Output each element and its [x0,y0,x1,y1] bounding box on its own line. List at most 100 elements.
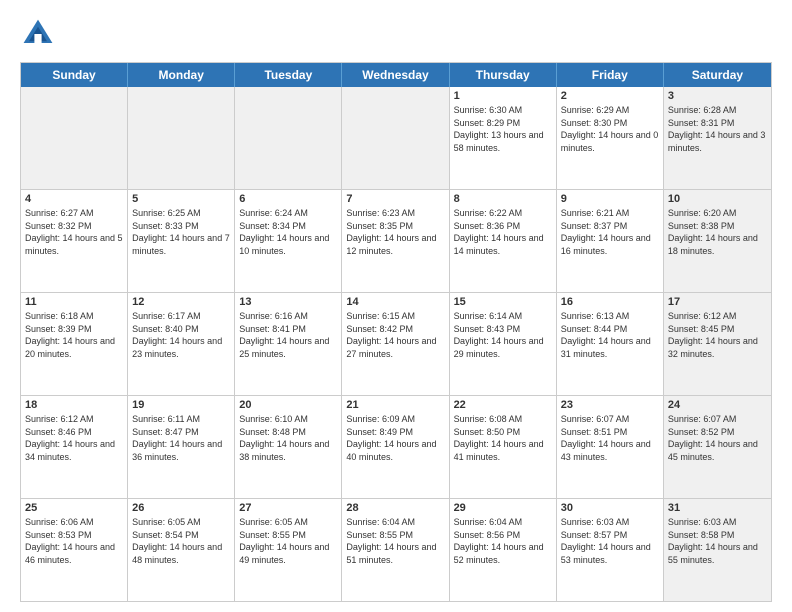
day-cell-25: 25Sunrise: 6:06 AM Sunset: 8:53 PM Dayli… [21,499,128,601]
week-row-4: 18 Sunrise: 6:12 AM Sunset: 8:46 PM Dayli… [21,395,771,498]
day-cell-29: 29 Sunrise: 6:04 AM Sunset: 8:56 PM Dayli… [450,499,557,601]
day-number: 9 [561,193,659,205]
day-cell-18: 18 Sunrise: 6:12 AM Sunset: 8:46 PM Dayli… [21,396,128,498]
day-info: Sunrise: 6:03 AM Sunset: 8:57 PM Dayligh… [561,516,659,566]
day-number: 23 [561,399,659,411]
day-number: 27 [239,502,337,514]
day-info: Sunrise: 6:24 AM Sunset: 8:34 PM Dayligh… [239,207,337,257]
day-info: Sunrise: 6:12 AM Sunset: 8:46 PM Dayligh… [25,413,123,463]
day-cell-12: 12 Sunrise: 6:17 AM Sunset: 8:40 PM Dayli… [128,293,235,395]
day-cell-empty [342,87,449,189]
day-info: Sunrise: 6:23 AM Sunset: 8:35 PM Dayligh… [346,207,444,257]
day-cell-9: 9 Sunrise: 6:21 AM Sunset: 8:37 PM Daylig… [557,190,664,292]
day-number: 4 [25,193,123,205]
day-cell-16: 16 Sunrise: 6:13 AM Sunset: 8:44 PM Dayli… [557,293,664,395]
calendar-body: 1 Sunrise: 6:30 AM Sunset: 8:29 PM Daylig… [21,87,771,601]
week-row-1: 1 Sunrise: 6:30 AM Sunset: 8:29 PM Daylig… [21,87,771,189]
day-info: Sunrise: 6:07 AM Sunset: 8:51 PM Dayligh… [561,413,659,463]
day-info: Sunrise: 6:27 AM Sunset: 8:32 PM Dayligh… [25,207,123,257]
day-info: Sunrise: 6:04 AM Sunset: 8:56 PM Dayligh… [454,516,552,566]
day-number: 29 [454,502,552,514]
day-cell-1: 1 Sunrise: 6:30 AM Sunset: 8:29 PM Daylig… [450,87,557,189]
day-number: 30 [561,502,659,514]
day-info: Sunrise: 6:03 AM Sunset: 8:58 PM Dayligh… [668,516,767,566]
day-info: Sunrise: 6:06 AM Sunset: 8:53 PM Dayligh… [25,516,123,566]
day-number: 24 [668,399,767,411]
header-day-saturday: Saturday [664,63,771,87]
day-number: 28 [346,502,444,514]
day-number: 18 [25,399,123,411]
day-info: Sunrise: 6:08 AM Sunset: 8:50 PM Dayligh… [454,413,552,463]
page: SundayMondayTuesdayWednesdayThursdayFrid… [0,0,792,612]
day-cell-2: 2Sunrise: 6:29 AM Sunset: 8:30 PM Daylig… [557,87,664,189]
logo [20,16,62,52]
day-cell-24: 24 Sunrise: 6:07 AM Sunset: 8:52 PM Dayli… [664,396,771,498]
day-number: 16 [561,296,659,308]
day-cell-10: 10 Sunrise: 6:20 AM Sunset: 8:38 PM Dayli… [664,190,771,292]
day-cell-11: 11 Sunrise: 6:18 AM Sunset: 8:39 PM Dayli… [21,293,128,395]
day-cell-21: 21 Sunrise: 6:09 AM Sunset: 8:49 PM Dayli… [342,396,449,498]
day-cell-27: 27Sunrise: 6:05 AM Sunset: 8:55 PM Dayli… [235,499,342,601]
day-number: 12 [132,296,230,308]
day-cell-23: 23 Sunrise: 6:07 AM Sunset: 8:51 PM Dayli… [557,396,664,498]
day-number: 1 [454,90,552,102]
day-info: Sunrise: 6:25 AM Sunset: 8:33 PM Dayligh… [132,207,230,257]
day-cell-28: 28 Sunrise: 6:04 AM Sunset: 8:55 PM Dayli… [342,499,449,601]
day-info: Sunrise: 6:05 AM Sunset: 8:54 PM Dayligh… [132,516,230,566]
day-info: Sunrise: 6:09 AM Sunset: 8:49 PM Dayligh… [346,413,444,463]
day-cell-20: 20 Sunrise: 6:10 AM Sunset: 8:48 PM Dayli… [235,396,342,498]
week-row-5: 25Sunrise: 6:06 AM Sunset: 8:53 PM Dayli… [21,498,771,601]
header-day-tuesday: Tuesday [235,63,342,87]
day-cell-22: 22Sunrise: 6:08 AM Sunset: 8:50 PM Dayli… [450,396,557,498]
logo-icon [20,16,56,52]
day-cell-17: 17Sunrise: 6:12 AM Sunset: 8:45 PM Dayli… [664,293,771,395]
day-info: Sunrise: 6:11 AM Sunset: 8:47 PM Dayligh… [132,413,230,463]
day-cell-13: 13Sunrise: 6:16 AM Sunset: 8:41 PM Dayli… [235,293,342,395]
day-number: 26 [132,502,230,514]
day-cell-31: 31Sunrise: 6:03 AM Sunset: 8:58 PM Dayli… [664,499,771,601]
day-number: 20 [239,399,337,411]
day-cell-8: 8 Sunrise: 6:22 AM Sunset: 8:36 PM Daylig… [450,190,557,292]
day-number: 2 [561,90,659,102]
day-cell-19: 19 Sunrise: 6:11 AM Sunset: 8:47 PM Dayli… [128,396,235,498]
day-number: 8 [454,193,552,205]
day-number: 11 [25,296,123,308]
week-row-2: 4 Sunrise: 6:27 AM Sunset: 8:32 PM Daylig… [21,189,771,292]
header-day-sunday: Sunday [21,63,128,87]
day-cell-empty [235,87,342,189]
day-number: 10 [668,193,767,205]
calendar-header: SundayMondayTuesdayWednesdayThursdayFrid… [21,63,771,87]
day-number: 21 [346,399,444,411]
day-info: Sunrise: 6:07 AM Sunset: 8:52 PM Dayligh… [668,413,767,463]
day-number: 15 [454,296,552,308]
day-info: Sunrise: 6:20 AM Sunset: 8:38 PM Dayligh… [668,207,767,257]
day-info: Sunrise: 6:15 AM Sunset: 8:42 PM Dayligh… [346,310,444,360]
header-day-friday: Friday [557,63,664,87]
day-cell-15: 15 Sunrise: 6:14 AM Sunset: 8:43 PM Dayli… [450,293,557,395]
day-info: Sunrise: 6:18 AM Sunset: 8:39 PM Dayligh… [25,310,123,360]
day-cell-5: 5 Sunrise: 6:25 AM Sunset: 8:33 PM Daylig… [128,190,235,292]
day-info: Sunrise: 6:21 AM Sunset: 8:37 PM Dayligh… [561,207,659,257]
day-info: Sunrise: 6:13 AM Sunset: 8:44 PM Dayligh… [561,310,659,360]
day-cell-30: 30 Sunrise: 6:03 AM Sunset: 8:57 PM Dayli… [557,499,664,601]
day-number: 3 [668,90,767,102]
day-cell-empty [128,87,235,189]
day-info: Sunrise: 6:10 AM Sunset: 8:48 PM Dayligh… [239,413,337,463]
day-number: 7 [346,193,444,205]
day-number: 5 [132,193,230,205]
day-number: 17 [668,296,767,308]
day-cell-26: 26 Sunrise: 6:05 AM Sunset: 8:54 PM Dayli… [128,499,235,601]
day-info: Sunrise: 6:16 AM Sunset: 8:41 PM Dayligh… [239,310,337,360]
header-day-wednesday: Wednesday [342,63,449,87]
day-info: Sunrise: 6:30 AM Sunset: 8:29 PM Dayligh… [454,104,552,154]
calendar: SundayMondayTuesdayWednesdayThursdayFrid… [20,62,772,602]
day-info: Sunrise: 6:22 AM Sunset: 8:36 PM Dayligh… [454,207,552,257]
day-info: Sunrise: 6:17 AM Sunset: 8:40 PM Dayligh… [132,310,230,360]
day-info: Sunrise: 6:14 AM Sunset: 8:43 PM Dayligh… [454,310,552,360]
day-cell-3: 3Sunrise: 6:28 AM Sunset: 8:31 PM Daylig… [664,87,771,189]
day-number: 19 [132,399,230,411]
header-day-monday: Monday [128,63,235,87]
day-info: Sunrise: 6:04 AM Sunset: 8:55 PM Dayligh… [346,516,444,566]
week-row-3: 11 Sunrise: 6:18 AM Sunset: 8:39 PM Dayli… [21,292,771,395]
day-cell-6: 6Sunrise: 6:24 AM Sunset: 8:34 PM Daylig… [235,190,342,292]
